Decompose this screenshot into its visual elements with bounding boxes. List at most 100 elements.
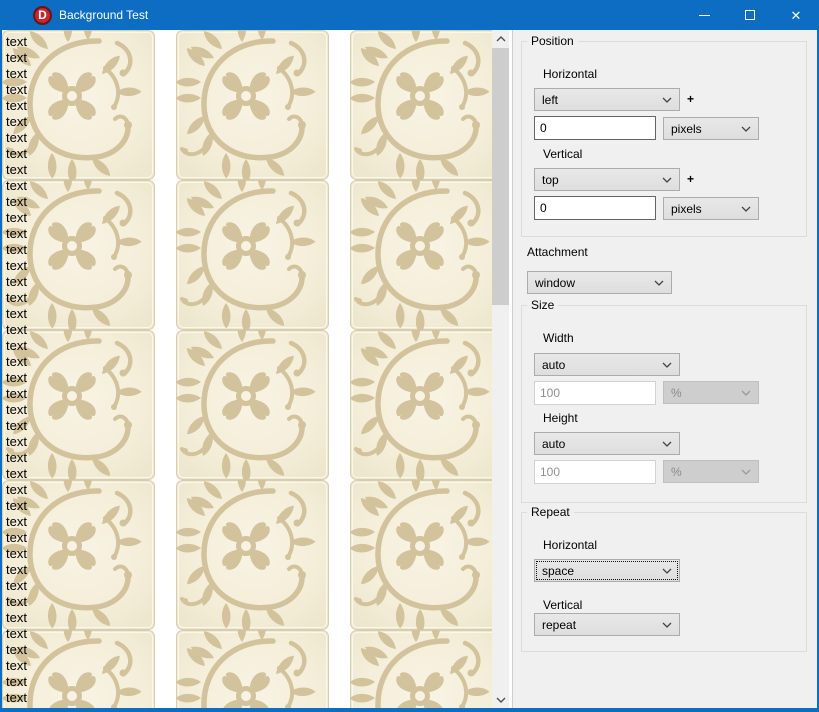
- overlay-text-line: text: [6, 258, 27, 274]
- attachment-label: Attachment: [527, 245, 588, 259]
- overlay-text-line: text: [6, 274, 27, 290]
- background-tile: [350, 30, 492, 180]
- chevron-down-icon: [654, 280, 664, 286]
- position-vertical-select[interactable]: top: [534, 168, 680, 191]
- position-horizontal-unit-select[interactable]: pixels: [663, 117, 759, 140]
- chevron-down-icon: [741, 126, 751, 132]
- position-group: Position Horizontal left + pixels Vertic…: [521, 41, 807, 237]
- scroll-up-button[interactable]: [492, 30, 509, 47]
- overlay-text-line: text: [6, 322, 27, 338]
- size-width-value-input: [534, 381, 656, 405]
- background-tile: [176, 30, 329, 180]
- chevron-down-icon: [662, 441, 672, 447]
- size-group: Size Width auto % Height auto: [521, 305, 807, 503]
- repeat-horizontal-select[interactable]: space: [534, 559, 680, 582]
- overlay-text-line: text: [6, 194, 27, 210]
- close-button[interactable]: ✕: [773, 0, 819, 30]
- overlay-text-line: text: [6, 450, 27, 466]
- overlay-text-line: text: [6, 642, 27, 658]
- overlay-text-column: texttexttexttexttexttexttexttexttexttext…: [6, 34, 27, 706]
- overlay-text-line: text: [6, 402, 27, 418]
- scroll-down-button[interactable]: [492, 691, 509, 708]
- position-group-legend: Position: [527, 34, 578, 48]
- position-horizontal-offset-input[interactable]: [534, 116, 656, 140]
- background-tile: [350, 180, 492, 330]
- position-horizontal-label: Horizontal: [543, 67, 597, 81]
- overlay-text-line: text: [6, 658, 27, 674]
- overlay-text-line: text: [6, 338, 27, 354]
- background-tile: [176, 630, 329, 708]
- size-height-unit-select: %: [663, 460, 759, 483]
- repeat-horizontal-label: Horizontal: [543, 538, 597, 552]
- overlay-text-line: text: [6, 114, 27, 130]
- background-tile: [176, 480, 329, 630]
- close-icon: ✕: [791, 9, 802, 22]
- tile-row: [2, 480, 492, 630]
- vertical-scrollbar[interactable]: [492, 30, 509, 708]
- titlebar[interactable]: D Background Test ✕: [0, 0, 819, 30]
- repeat-vertical-label: Vertical: [543, 598, 582, 612]
- chevron-down-icon: [662, 622, 672, 628]
- app-window: D Background Test ✕ texttexttexttexttext…: [0, 0, 819, 712]
- chevron-down-icon: [662, 568, 672, 574]
- background-tile: [350, 480, 492, 630]
- chevron-down-icon: [741, 390, 751, 396]
- maximize-button[interactable]: [727, 0, 773, 30]
- window-title: Background Test: [59, 8, 148, 22]
- overlay-text-line: text: [6, 306, 27, 322]
- overlay-text-line: text: [6, 290, 27, 306]
- size-height-label: Height: [543, 411, 578, 425]
- tile-row: [2, 630, 492, 708]
- repeat-vertical-select[interactable]: repeat: [534, 613, 680, 636]
- overlay-text-line: text: [6, 242, 27, 258]
- overlay-text-line: text: [6, 530, 27, 546]
- repeat-group: Repeat Horizontal space Vertical repeat: [521, 512, 807, 652]
- overlay-text-line: text: [6, 546, 27, 562]
- overlay-text-line: text: [6, 370, 27, 386]
- overlay-text-line: text: [6, 66, 27, 82]
- overlay-text-line: text: [6, 146, 27, 162]
- size-width-select[interactable]: auto: [534, 353, 680, 376]
- repeat-group-legend: Repeat: [527, 505, 574, 519]
- position-vertical-plus: +: [687, 172, 694, 186]
- size-width-label: Width: [543, 331, 574, 345]
- overlay-text-line: text: [6, 178, 27, 194]
- chevron-down-icon: [662, 362, 672, 368]
- settings-panel: Position Horizontal left + pixels Vertic…: [513, 30, 817, 708]
- tile-row: [2, 180, 492, 330]
- overlay-text-line: text: [6, 226, 27, 242]
- overlay-text-line: text: [6, 562, 27, 578]
- position-vertical-offset-input[interactable]: [534, 196, 656, 220]
- attachment-select[interactable]: window: [527, 271, 672, 294]
- overlay-text-line: text: [6, 498, 27, 514]
- chevron-down-icon: [741, 469, 751, 475]
- minimize-button[interactable]: [681, 0, 727, 30]
- background-tile: [350, 330, 492, 480]
- overlay-text-line: text: [6, 50, 27, 66]
- overlay-text-line: text: [6, 674, 27, 690]
- position-vertical-unit-select[interactable]: pixels: [663, 197, 759, 220]
- overlay-text-line: text: [6, 482, 27, 498]
- overlay-text-line: text: [6, 210, 27, 226]
- overlay-text-line: text: [6, 34, 27, 50]
- background-tile: [176, 180, 329, 330]
- size-height-value-input: [534, 460, 656, 484]
- minimize-icon: [699, 15, 710, 16]
- window-controls: ✕: [681, 0, 819, 30]
- size-group-legend: Size: [527, 298, 558, 312]
- tile-pattern: [2, 30, 492, 708]
- overlay-text-line: text: [6, 82, 27, 98]
- app-icon: D: [33, 6, 52, 25]
- window-body: texttexttexttexttexttexttexttexttexttext…: [2, 30, 817, 708]
- overlay-text-line: text: [6, 594, 27, 610]
- overlay-text-line: text: [6, 354, 27, 370]
- size-height-select[interactable]: auto: [534, 432, 680, 455]
- overlay-text-line: text: [6, 466, 27, 482]
- chevron-down-icon: [496, 697, 506, 703]
- overlay-text-line: text: [6, 418, 27, 434]
- overlay-text-line: text: [6, 690, 27, 706]
- size-width-unit-select: %: [663, 381, 759, 404]
- position-horizontal-select[interactable]: left: [534, 88, 680, 111]
- scrollbar-thumb[interactable]: [492, 48, 509, 305]
- overlay-text-line: text: [6, 610, 27, 626]
